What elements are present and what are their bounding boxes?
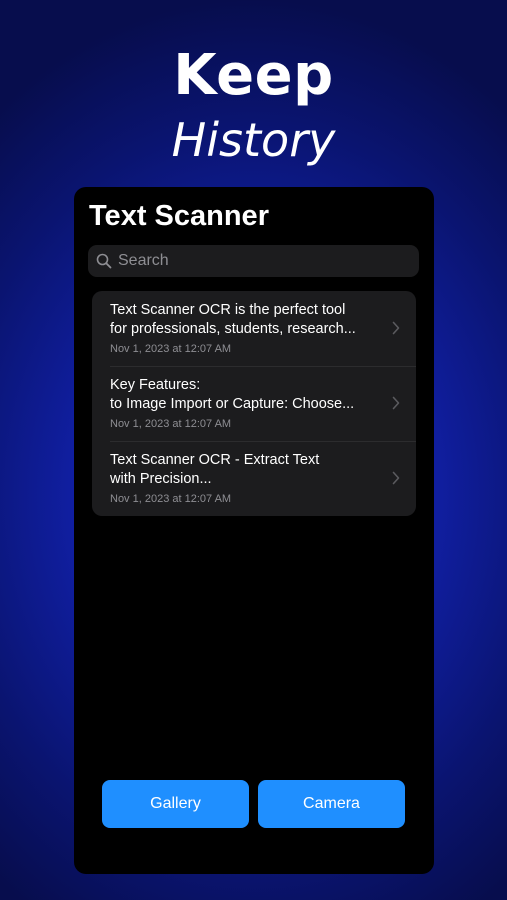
note-content: Text Scanner OCR - Extract Text with Pre…	[110, 451, 385, 507]
gallery-button[interactable]: Gallery	[102, 780, 249, 828]
headline-keep: Keep	[173, 43, 334, 108]
phone-screen: Text Scanner Text Scanner OCR is the per…	[74, 187, 434, 874]
note-date: Nov 1, 2023 at 12:07 AM	[110, 493, 232, 505]
note-preview-line: to Image Import or Capture: Choose...	[110, 396, 355, 412]
note-content: Text Scanner OCR is the perfect tool for…	[110, 301, 385, 357]
note-content: Key Features: to Image Import or Capture…	[110, 376, 385, 432]
search-input[interactable]	[118, 252, 408, 270]
search-icon	[96, 253, 112, 269]
headline-history: History	[171, 113, 336, 167]
list-item[interactable]: Text Scanner OCR - Extract Text with Pre…	[92, 441, 416, 516]
list-item[interactable]: Key Features: to Image Import or Capture…	[92, 366, 416, 441]
note-preview-line: with Precision...	[110, 471, 212, 487]
chevron-right-icon	[392, 471, 400, 485]
note-title-line: Key Features:	[110, 377, 201, 393]
note-date: Nov 1, 2023 at 12:07 AM	[110, 418, 232, 430]
search-bar[interactable]	[88, 245, 419, 277]
notes-list: Text Scanner OCR is the perfect tool for…	[92, 291, 416, 516]
camera-button[interactable]: Camera	[258, 780, 405, 828]
note-date: Nov 1, 2023 at 12:07 AM	[110, 343, 232, 355]
note-preview-line: for professionals, students, research...	[110, 321, 356, 337]
promo-headline: Keep History	[0, 44, 507, 168]
chevron-right-icon	[392, 321, 400, 335]
page-title: Text Scanner	[89, 200, 269, 232]
list-item[interactable]: Text Scanner OCR is the perfect tool for…	[92, 291, 416, 366]
note-title-line: Text Scanner OCR - Extract Text	[110, 452, 320, 468]
note-title-line: Text Scanner OCR is the perfect tool	[110, 302, 346, 318]
chevron-right-icon	[392, 396, 400, 410]
